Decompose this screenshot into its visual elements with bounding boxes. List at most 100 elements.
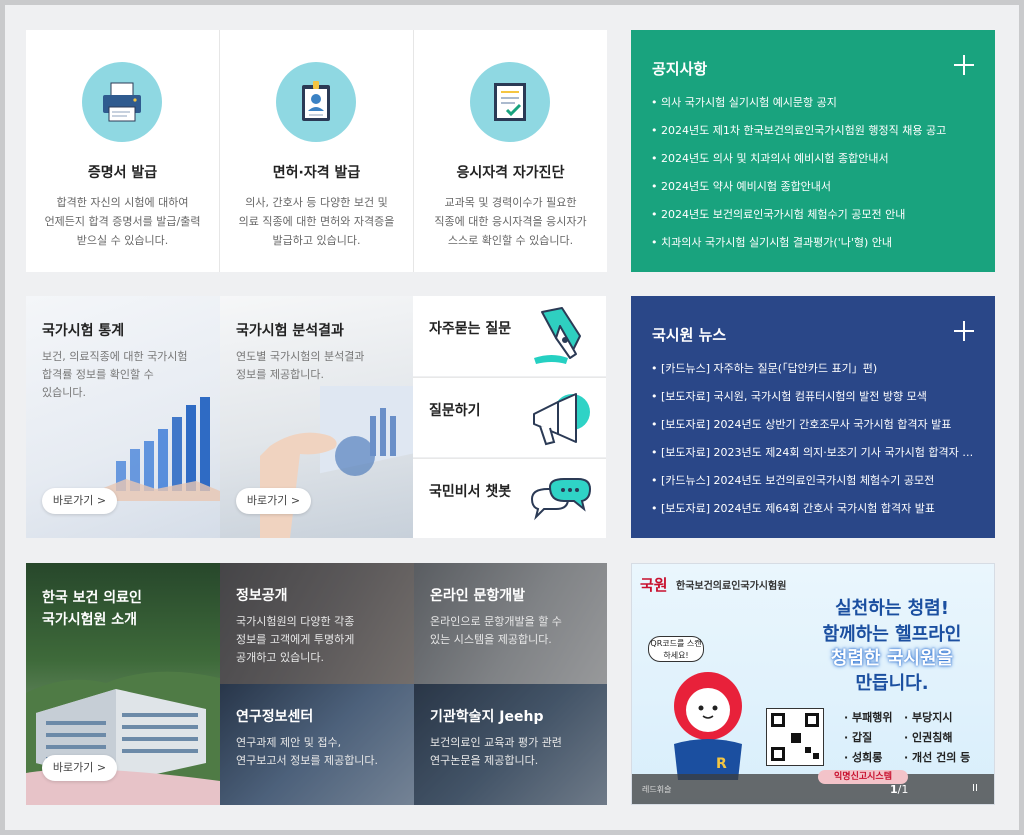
stats-tile[interactable]: 국가시험 통계 보건, 의료직종에 대한 국가시험 합격률 정보를 확인할 수 … (26, 296, 220, 538)
intro-tile[interactable]: 한국 보건 의료인 국가시험원 소개 바로가기 > (26, 563, 220, 805)
whistle-mascot-icon: R (674, 672, 742, 780)
desc-line: 스스로 확인할 수 있습니다. (447, 234, 574, 247)
desc-line: 정보를 제공합니다. (236, 368, 324, 381)
desc-line: 연도별 국가시험의 분석결과 (236, 350, 365, 363)
qr-bubble: QR코드를 스캔하세요! (648, 636, 704, 662)
list-item[interactable]: 의사 국가시험 실기시험 예시문항 공지 (651, 94, 981, 122)
slide-counter: 1/1 (890, 783, 908, 796)
svg-text:R: R (716, 756, 727, 772)
desc-line: 의사, 간호사 등 다양한 보건 및 (245, 196, 388, 209)
banner-control-bar (632, 774, 994, 804)
ask-question-link[interactable]: 질문하기 (413, 377, 606, 457)
desc-line: 직종에 대한 응시자격을 응시자가 (434, 215, 587, 228)
tile-desc: 온라인으로 문항개발을 할 수 있는 시스템을 제공합니다. (430, 613, 562, 649)
desc-line: 연구과제 제안 및 접수, (236, 736, 342, 749)
divider (219, 30, 220, 272)
plus-icon[interactable] (954, 55, 974, 75)
anonymous-report-tag: 익명신고시스템 (818, 770, 908, 784)
list-item[interactable]: 2024년도 약사 예비시험 종합안내서 (651, 178, 981, 206)
self-diagnosis-card[interactable]: 응시자격 자가진단 교과목 및 경력이수가 필요한 직종에 대한 응시자격을 응… (414, 30, 607, 272)
list-item: · 개선 건의 등 (904, 751, 971, 764)
go-button[interactable]: 바로가기 > (42, 755, 117, 781)
desc-line: 발급하고 있습니다. (272, 234, 361, 247)
news-title: 국시원 뉴스 (652, 326, 727, 344)
list-item[interactable]: 2024년도 제1차 한국보건의료인국가시험원 행정직 채용 공고 (651, 122, 981, 150)
tile-desc: 보건, 의료직종에 대한 국가시험 합격률 정보를 확인할 수 있습니다. (42, 348, 188, 402)
pause-icon[interactable]: II (972, 783, 978, 794)
news-board: 국시원 뉴스 [카드뉴스] 자주하는 질문(「답안카드 표기」편) [보도자료]… (631, 296, 995, 538)
tile-title: 온라인 문항개발 (430, 588, 526, 604)
building-illustration (26, 671, 220, 805)
list-item[interactable]: 2024년도 의사 및 치과의사 예비시험 종합안내서 (651, 150, 981, 178)
notice-board: 공지사항 의사 국가시험 실기시험 예시문항 공지 2024년도 제1차 한국보… (631, 30, 995, 272)
list-item[interactable]: 2024년도 보건의료인국가시험 체험수기 공모전 안내 (651, 206, 981, 234)
card-title: 면허·자격 발급 (272, 165, 361, 181)
banner-line4: 만듭니다. (855, 673, 929, 694)
desc-line: 연구논문을 제공합니다. (430, 754, 539, 767)
checklist-icon (470, 62, 550, 142)
list-item[interactable]: [보도자료] 2024년도 상반기 간호조무사 국가시험 합격자 발표 (651, 416, 981, 444)
desc-line: 국가시험원의 다양한 각종 (236, 615, 355, 628)
license-card-icon (276, 62, 356, 142)
tile-title: 국가시험 통계 (42, 323, 125, 339)
list-item: · 부당지시 (904, 711, 953, 724)
analysis-tile[interactable]: 국가시험 분석결과 연도별 국가시험의 분석결과 정보를 제공합니다. 바로가기… (220, 296, 413, 538)
desc-line: 의료 직종에 대한 면허와 자격증을 (238, 215, 395, 228)
list-item: · 부패행위 (844, 711, 893, 724)
main-page: 증명서 발급 합격한 자신의 시험에 대하여 언제든지 합격 증명서를 발급/출… (5, 5, 1019, 830)
megaphone-icon (533, 393, 590, 446)
desc-line: 공개하고 있습니다. (236, 651, 324, 664)
tile-desc: 연도별 국가시험의 분석결과 정보를 제공합니다. (236, 348, 364, 384)
desc-line: 있습니다. (42, 386, 86, 399)
tile-title: 연구정보센터 (236, 709, 314, 725)
list-item: · 갑질 (844, 731, 873, 744)
go-button[interactable]: 바로가기 > (236, 488, 311, 514)
card-desc: 교과목 및 경력이수가 필요한 직종에 대한 응시자격을 응시자가 스스로 확인… (424, 193, 597, 250)
report-type-list: · 부패행위 · 부당지시 · 갑질 · 인권침해 · 성희롱 · 개선 건의 등 (844, 708, 984, 768)
quick-label: 국민비서 챗봇 (429, 484, 512, 500)
news-list: [카드뉴스] 자주하는 질문(「답안카드 표기」편) [보도자료] 국시원, 국… (651, 360, 981, 528)
list-item[interactable]: [보도자료] 2024년도 제64회 간호사 국가시험 합격자 발표 (651, 500, 981, 528)
license-card[interactable]: 면허·자격 발급 의사, 간호사 등 다양한 보건 및 의료 직종에 대한 면허… (220, 30, 413, 272)
list-item[interactable]: [보도자료] 국시원, 국가시험 컴퓨터시험의 발전 방향 모색 (651, 388, 981, 416)
certificate-card[interactable]: 증명서 발급 합격한 자신의 시험에 대하여 언제든지 합격 증명서를 발급/출… (26, 30, 219, 272)
org-name: 한국보건의료인국가시험원 (676, 581, 787, 592)
research-center-tile[interactable]: 연구정보센터 연구과제 제안 및 접수, 연구보고서 정보를 제공합니다. (220, 684, 414, 805)
list-item: · 인권침해 (904, 731, 953, 744)
banner-line3: 청렴한 국시원을 (830, 648, 954, 669)
desc-line: 보건의료인 교육과 평가 관련 (430, 736, 562, 749)
list-item[interactable]: 치과의사 국가시험 실기시험 결과평가('나'형) 안내 (651, 234, 981, 262)
desc-line: 보건, 의료직종에 대한 국가시험 (42, 350, 188, 363)
tile-title: 정보공개 (236, 588, 288, 604)
tile-desc: 국가시험원의 다양한 각종 정보를 고객에게 투명하게 공개하고 있습니다. (236, 613, 354, 667)
integrity-banner[interactable]: 국원 한국보건의료인국가시험원 실천하는 청렴! 함께하는 헬프라인 청렴한 국… (631, 563, 995, 805)
chat-bubble-icon (530, 478, 592, 521)
title-line: 한국 보건 의료인 (42, 590, 142, 606)
desc-line: 있는 시스템을 제공합니다. (430, 633, 552, 646)
list-item[interactable]: [카드뉴스] 2024년도 보건의료인국가시험 체험수기 공모전 (651, 472, 981, 500)
online-item-dev-tile[interactable]: 온라인 문항개발 온라인으로 문항개발을 할 수 있는 시스템을 제공합니다. (414, 563, 607, 684)
journal-tile[interactable]: 기관학술지 Jeehp 보건의료인 교육과 평가 관련 연구논문을 제공합니다. (414, 684, 607, 805)
list-item[interactable]: [카드뉴스] 자주하는 질문(「답안카드 표기」편) (651, 360, 981, 388)
tile-desc: 보건의료인 교육과 평가 관련 연구논문을 제공합니다. (430, 734, 562, 770)
bar-chart-illustration (96, 397, 220, 501)
go-button[interactable]: 바로가기 > (42, 488, 117, 514)
org-logo-icon: 국원 (640, 576, 668, 594)
faq-link[interactable]: 자주묻는 질문 (413, 296, 606, 376)
divider (413, 30, 414, 272)
list-item[interactable]: [보도자료] 2023년도 제24회 의지·보조기 기사 국가시험 합격자 발표 (651, 444, 981, 472)
quick-label: 자주묻는 질문 (429, 321, 512, 337)
plus-icon[interactable] (954, 321, 974, 341)
card-title: 응시자격 자가진단 (456, 165, 565, 181)
desc-line: 언제든지 합격 증명서를 발급/출력 (44, 215, 201, 228)
desc-line: 합격률 정보를 확인할 수 (42, 368, 154, 381)
banner-line1: 실천하는 청렴! (835, 598, 949, 619)
notice-list: 의사 국가시험 실기시험 예시문항 공지 2024년도 제1차 한국보건의료인국… (651, 94, 981, 262)
chatbot-link[interactable]: 국민비서 챗봇 (413, 458, 606, 538)
info-disclosure-tile[interactable]: 정보공개 국가시험원의 다양한 각종 정보를 고객에게 투명하게 공개하고 있습… (220, 563, 414, 684)
card-desc: 의사, 간호사 등 다양한 보건 및 의료 직종에 대한 면허와 자격증을 발급… (230, 193, 403, 250)
current-page: 1 (890, 783, 898, 796)
analysis-illustration (260, 386, 413, 538)
desc-line: 교과목 및 경력이수가 필요한 (444, 196, 577, 209)
list-item: · 성희롱 (844, 751, 883, 764)
